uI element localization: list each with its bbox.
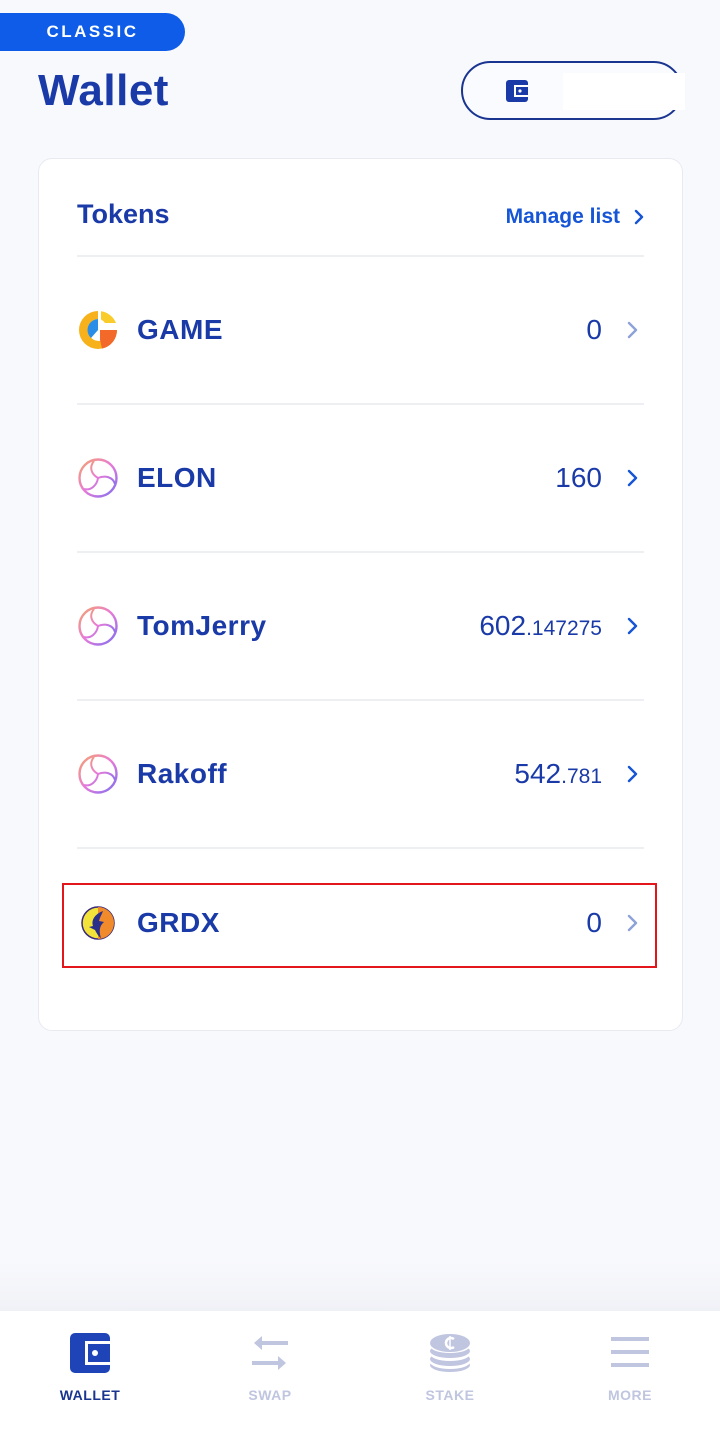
manage-list-label: Manage list <box>505 205 620 228</box>
token-balance: 0 <box>586 314 602 345</box>
token-row-elon[interactable]: ELON 160 <box>77 405 644 553</box>
chevron-right-icon <box>627 321 638 339</box>
page-title: Wallet <box>38 66 169 115</box>
wallet-icon <box>506 79 528 102</box>
wallet-address-button[interactable] <box>461 61 685 120</box>
token-name: GRDX <box>137 907 220 938</box>
swap-arrows-icon <box>252 1336 288 1370</box>
token-balance: 160 <box>555 462 602 493</box>
nav-label: STAKE <box>425 1387 475 1403</box>
rakoff-token-icon <box>78 754 118 794</box>
grdx-token-icon <box>81 906 115 940</box>
chevron-right-icon <box>627 469 638 487</box>
classic-mode-badge[interactable]: CLASSIC <box>0 13 185 51</box>
bottom-nav: WALLET SWAP STAKE MORE <box>0 1310 720 1453</box>
nav-tab-swap[interactable]: SWAP <box>180 1311 360 1453</box>
tomjerry-token-icon <box>78 606 118 646</box>
token-name: TomJerry <box>137 610 267 641</box>
nav-tab-stake[interactable]: STAKE <box>360 1311 540 1453</box>
coin-stack-icon <box>430 1334 470 1372</box>
nav-label: WALLET <box>59 1387 121 1403</box>
nav-tab-wallet[interactable]: WALLET <box>0 1311 180 1453</box>
chevron-right-icon <box>627 765 638 783</box>
token-balance: 542.781 <box>514 758 602 789</box>
chevron-right-icon <box>634 209 644 225</box>
nav-tab-more[interactable]: MORE <box>540 1311 720 1453</box>
chevron-right-icon <box>627 914 638 932</box>
token-name: Rakoff <box>137 758 228 789</box>
manage-list-link[interactable]: Manage list <box>506 205 644 229</box>
elon-token-icon <box>78 458 118 498</box>
game-token-icon <box>79 311 118 349</box>
tokens-card: Tokens Manage list GAME 0 ELON 160 TomJe… <box>38 158 683 1031</box>
token-row-grdx[interactable]: GRDX 0 <box>62 849 657 997</box>
token-name: ELON <box>137 462 217 493</box>
wallet-address-redacted <box>563 73 685 110</box>
nav-label: MORE <box>608 1387 652 1403</box>
tokens-card-header: Tokens Manage list <box>77 199 644 257</box>
token-balance: 602.147275 <box>479 610 602 641</box>
tokens-title: Tokens <box>77 199 170 229</box>
token-list: GAME 0 ELON 160 TomJerry 602.147275 Rako… <box>62 257 657 997</box>
token-row-rakoff[interactable]: Rakoff 542.781 <box>77 701 644 849</box>
token-row-tomjerry[interactable]: TomJerry 602.147275 <box>77 553 644 701</box>
hamburger-menu-icon <box>611 1337 649 1367</box>
wallet-icon <box>70 1333 110 1373</box>
token-row-game[interactable]: GAME 0 <box>77 257 644 405</box>
bottom-fade <box>0 1260 720 1310</box>
chevron-right-icon <box>627 617 638 635</box>
nav-label: SWAP <box>248 1387 292 1403</box>
token-name: GAME <box>137 314 223 345</box>
token-balance: 0 <box>586 907 602 938</box>
